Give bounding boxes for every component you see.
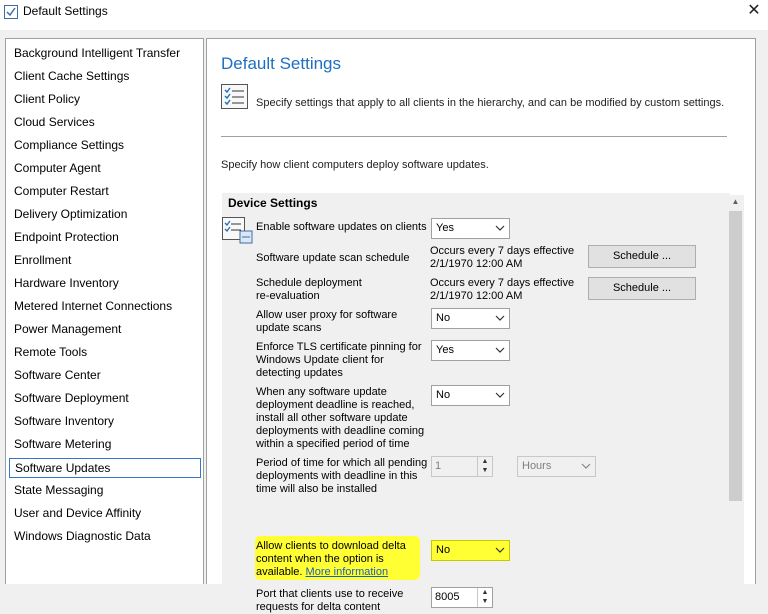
user-proxy-label-line2: update scans bbox=[256, 322, 322, 334]
nav-item-computer-restart[interactable]: Computer Restart bbox=[9, 182, 201, 202]
spin-up-icon[interactable]: ▲ bbox=[478, 588, 492, 597]
period-unit-select[interactable]: Hours bbox=[517, 456, 596, 477]
period-unit-value: Hours bbox=[522, 460, 552, 472]
chevron-down-icon bbox=[495, 547, 505, 553]
period-label-line3: time will also be installed bbox=[256, 483, 378, 495]
deadline-label-line1: When any software update bbox=[256, 386, 387, 398]
page-title: Default Settings bbox=[221, 54, 342, 73]
chevron-down-icon bbox=[495, 315, 505, 321]
period-label-line1: Period of time for which all pending bbox=[256, 457, 428, 469]
scan-schedule-label: Software update scan schedule bbox=[256, 252, 410, 264]
deadline-label-line3: install all other software update bbox=[256, 412, 408, 424]
reeval-label-line1: Schedule deployment bbox=[256, 277, 362, 289]
divider bbox=[221, 136, 727, 137]
chevron-down-icon bbox=[495, 347, 505, 353]
nav-item-computer-agent[interactable]: Computer Agent bbox=[9, 159, 201, 179]
user-proxy-label-line1: Allow user proxy for software bbox=[256, 309, 398, 321]
scan-schedule-button[interactable]: Schedule ... bbox=[588, 245, 696, 268]
software-updates-icon bbox=[222, 217, 253, 244]
nav-item-software-updates[interactable]: Software Updates bbox=[9, 458, 201, 478]
reeval-value-line2: 2/1/1970 12:00 AM bbox=[430, 290, 523, 302]
scan-schedule-value-line2: 2/1/1970 12:00 AM bbox=[430, 258, 523, 270]
delta-label-line3-text: available. bbox=[256, 566, 303, 578]
delta-download-select[interactable]: No bbox=[431, 540, 510, 561]
nav-item-enrollment[interactable]: Enrollment bbox=[9, 251, 201, 271]
more-information-link[interactable]: More information bbox=[306, 566, 389, 578]
period-spinner[interactable]: 1 ▲ ▼ bbox=[431, 456, 493, 477]
spin-up-icon[interactable]: ▲ bbox=[478, 457, 492, 466]
chevron-down-icon bbox=[495, 392, 505, 398]
delta-download-value: No bbox=[436, 544, 451, 556]
nav-item-background-intelligent-transfer[interactable]: Background Intelligent Transfer bbox=[9, 44, 201, 64]
reeval-value-line1: Occurs every 7 days effective bbox=[430, 277, 575, 289]
scrollbar-thumb[interactable] bbox=[729, 211, 742, 501]
delta-port-spinner[interactable]: 8005 ▲ ▼ bbox=[431, 587, 493, 608]
nav-item-user-and-device-affinity[interactable]: User and Device Affinity bbox=[9, 504, 201, 524]
spinner-buttons[interactable]: ▲ ▼ bbox=[477, 588, 492, 607]
close-icon[interactable]: ✕ bbox=[744, 1, 764, 21]
app-icon bbox=[4, 5, 18, 19]
period-value: 1 bbox=[435, 460, 442, 472]
delta-label-line3: available. More information bbox=[256, 566, 388, 579]
scroll-up-icon[interactable]: ▲ bbox=[727, 195, 744, 209]
nav-item-client-cache-settings[interactable]: Client Cache Settings bbox=[9, 67, 201, 87]
nav-item-software-metering[interactable]: Software Metering bbox=[9, 435, 201, 455]
nav-item-windows-diagnostic-data[interactable]: Windows Diagnostic Data bbox=[9, 527, 201, 547]
tls-label-line1: Enforce TLS certificate pinning for bbox=[256, 341, 422, 353]
page-description: Specify settings that apply to all clien… bbox=[256, 97, 725, 109]
nav-item-power-management[interactable]: Power Management bbox=[9, 320, 201, 340]
deadline-label-line2: deployment deadline is reached, bbox=[256, 399, 415, 411]
nav-item-cloud-services[interactable]: Cloud Services bbox=[9, 113, 201, 133]
nav-item-software-deployment[interactable]: Software Deployment bbox=[9, 389, 201, 409]
reeval-label-line2: re-evaluation bbox=[256, 290, 320, 302]
nav-item-software-inventory[interactable]: Software Inventory bbox=[9, 412, 201, 432]
nav-item-metered-internet-connections[interactable]: Metered Internet Connections bbox=[9, 297, 201, 317]
nav-item-software-center[interactable]: Software Center bbox=[9, 366, 201, 386]
user-proxy-value: No bbox=[436, 312, 451, 324]
nav-item-remote-tools[interactable]: Remote Tools bbox=[9, 343, 201, 363]
nav-item-state-messaging[interactable]: State Messaging bbox=[9, 481, 201, 501]
device-settings-group: Device Settings Enable software updates … bbox=[222, 193, 730, 613]
spin-down-icon[interactable]: ▼ bbox=[478, 466, 492, 475]
enable-updates-value: Yes bbox=[436, 222, 454, 234]
tls-label-line3: detecting updates bbox=[256, 367, 343, 379]
nav-item-compliance-settings[interactable]: Compliance Settings bbox=[9, 136, 201, 156]
period-label-line2: deployments with deadline in this bbox=[256, 470, 418, 482]
delta-port-label-line2: requests for delta content bbox=[256, 601, 381, 613]
delta-label-line2: content when the option is bbox=[256, 553, 384, 565]
scan-schedule-value-line1: Occurs every 7 days effective bbox=[430, 245, 575, 257]
settings-panel: Default Settings Specify settings that a… bbox=[206, 38, 756, 613]
reeval-schedule-button[interactable]: Schedule ... bbox=[588, 277, 696, 300]
tls-pinning-select[interactable]: Yes bbox=[431, 340, 510, 361]
deadline-install-value: No bbox=[436, 389, 451, 401]
section-description: Specify how client computers deploy soft… bbox=[221, 159, 489, 171]
spin-down-icon[interactable]: ▼ bbox=[478, 597, 492, 606]
title-bar: Default Settings ✕ bbox=[0, 0, 768, 30]
delta-port-label-line1: Port that clients use to receive bbox=[256, 588, 404, 600]
deadline-label-line4: deployments with deadline coming bbox=[256, 425, 425, 437]
group-title: Device Settings bbox=[228, 196, 318, 210]
nav-item-endpoint-protection[interactable]: Endpoint Protection bbox=[9, 228, 201, 248]
user-proxy-select[interactable]: No bbox=[431, 308, 510, 329]
tls-label-line2: Windows Update client for bbox=[256, 354, 384, 366]
nav-item-delivery-optimization[interactable]: Delivery Optimization bbox=[9, 205, 201, 225]
tls-pinning-value: Yes bbox=[436, 344, 454, 356]
chevron-down-icon bbox=[581, 463, 591, 469]
deadline-install-select[interactable]: No bbox=[431, 385, 510, 406]
spinner-buttons[interactable]: ▲ ▼ bbox=[477, 457, 492, 476]
enable-updates-label: Enable software updates on clients bbox=[256, 221, 427, 233]
nav-item-client-policy[interactable]: Client Policy bbox=[9, 90, 201, 110]
window-title: Default Settings bbox=[23, 4, 108, 18]
delta-port-value: 8005 bbox=[435, 591, 460, 603]
vertical-scrollbar[interactable]: ▲ bbox=[727, 195, 744, 585]
delta-label-line1: Allow clients to download delta bbox=[256, 540, 406, 552]
settings-checklist-icon bbox=[221, 84, 248, 109]
chevron-down-icon bbox=[495, 225, 505, 231]
deadline-label-line5: within a specified period of time bbox=[256, 438, 410, 450]
nav-item-hardware-inventory[interactable]: Hardware Inventory bbox=[9, 274, 201, 294]
settings-category-list: Background Intelligent Transfer Client C… bbox=[5, 38, 204, 584]
enable-updates-select[interactable]: Yes bbox=[431, 218, 510, 239]
